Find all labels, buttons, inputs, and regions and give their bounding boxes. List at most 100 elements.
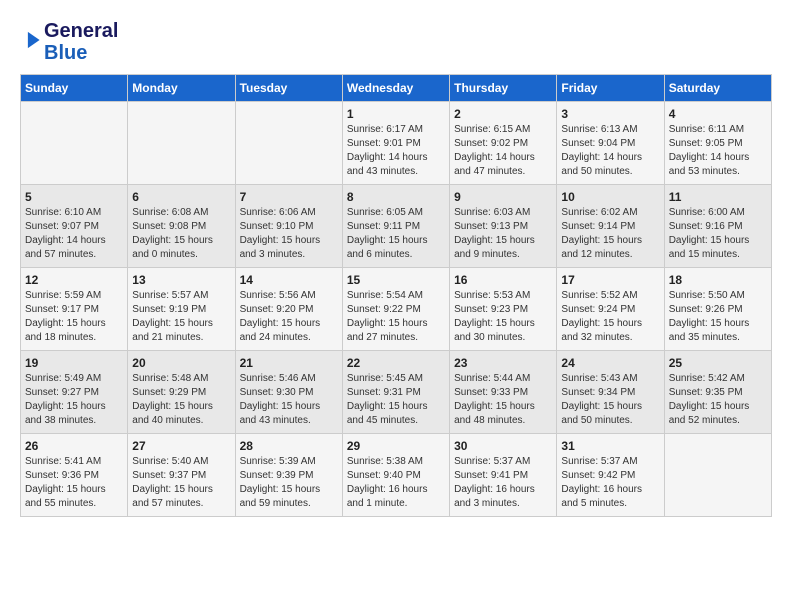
day-info: Sunrise: 5:42 AMSunset: 9:35 PMDaylight:… xyxy=(669,372,767,428)
header-thursday: Thursday xyxy=(450,75,557,102)
logo: GeneralBlue xyxy=(20,20,118,64)
calendar-cell: 31 Sunrise: 5:37 AMSunset: 9:42 PMDayligh… xyxy=(557,434,664,517)
day-info: Sunrise: 5:49 AMSunset: 9:27 PMDaylight:… xyxy=(25,372,123,428)
day-number: 12 xyxy=(25,273,123,287)
header-friday: Friday xyxy=(557,75,664,102)
day-number: 9 xyxy=(454,190,552,204)
day-info: Sunrise: 5:45 AMSunset: 9:31 PMDaylight:… xyxy=(347,372,445,428)
calendar-cell: 28 Sunrise: 5:39 AMSunset: 9:39 PMDayligh… xyxy=(235,434,342,517)
calendar-cell: 8 Sunrise: 6:05 AMSunset: 9:11 PMDaylight… xyxy=(342,185,449,268)
calendar-cell: 20 Sunrise: 5:48 AMSunset: 9:29 PMDayligh… xyxy=(128,351,235,434)
calendar-cell: 3Sunrise: 6:13 AMSunset: 9:04 PMDaylight… xyxy=(557,102,664,185)
day-number: 31 xyxy=(561,439,659,453)
day-number: 1 xyxy=(347,107,445,121)
day-info: Sunrise: 5:37 AMSunset: 9:41 PMDaylight:… xyxy=(454,455,552,511)
day-number: 7 xyxy=(240,190,338,204)
calendar-cell: 29 Sunrise: 5:38 AMSunset: 9:40 PMDayligh… xyxy=(342,434,449,517)
day-number: 23 xyxy=(454,356,552,370)
calendar-cell: 19 Sunrise: 5:49 AMSunset: 9:27 PMDayligh… xyxy=(21,351,128,434)
logo-icon xyxy=(22,29,44,51)
calendar-cell: 26 Sunrise: 5:41 AMSunset: 9:36 PMDayligh… xyxy=(21,434,128,517)
week-row-3: 12Sunrise: 5:59 AMSunset: 9:17 PMDayligh… xyxy=(21,268,772,351)
week-row-4: 19 Sunrise: 5:49 AMSunset: 9:27 PMDayligh… xyxy=(21,351,772,434)
day-number: 30 xyxy=(454,439,552,453)
day-info: Sunrise: 5:38 AMSunset: 9:40 PMDaylight:… xyxy=(347,455,445,511)
day-number: 13 xyxy=(132,273,230,287)
day-info: Sunrise: 5:57 AMSunset: 9:19 PMDaylight:… xyxy=(132,289,230,345)
day-number: 16 xyxy=(454,273,552,287)
day-info: Sunrise: 5:37 AMSunset: 9:42 PMDaylight:… xyxy=(561,455,659,511)
day-info: Sunrise: 6:02 AMSunset: 9:14 PMDaylight:… xyxy=(561,206,659,262)
calendar-cell: 23 Sunrise: 5:44 AMSunset: 9:33 PMDayligh… xyxy=(450,351,557,434)
day-info: Sunrise: 5:53 AMSunset: 9:23 PMDaylight:… xyxy=(454,289,552,345)
day-info: Sunrise: 5:41 AMSunset: 9:36 PMDaylight:… xyxy=(25,455,123,511)
calendar-cell xyxy=(21,102,128,185)
day-number: 26 xyxy=(25,439,123,453)
day-number: 10 xyxy=(561,190,659,204)
day-info: Sunrise: 5:40 AMSunset: 9:37 PMDaylight:… xyxy=(132,455,230,511)
day-number: 8 xyxy=(347,190,445,204)
day-info: Sunrise: 5:52 AMSunset: 9:24 PMDaylight:… xyxy=(561,289,659,345)
calendar-cell: 25Sunrise: 5:42 AMSunset: 9:35 PMDayligh… xyxy=(664,351,771,434)
day-number: 19 xyxy=(25,356,123,370)
calendar-cell: 30 Sunrise: 5:37 AMSunset: 9:41 PMDayligh… xyxy=(450,434,557,517)
day-info: Sunrise: 5:44 AMSunset: 9:33 PMDaylight:… xyxy=(454,372,552,428)
calendar-cell xyxy=(128,102,235,185)
day-number: 27 xyxy=(132,439,230,453)
calendar-cell: 7 Sunrise: 6:06 AMSunset: 9:10 PMDaylight… xyxy=(235,185,342,268)
calendar-cell xyxy=(664,434,771,517)
day-info: Sunrise: 6:00 AMSunset: 9:16 PMDaylight:… xyxy=(669,206,767,262)
day-info: Sunrise: 5:46 AMSunset: 9:30 PMDaylight:… xyxy=(240,372,338,428)
day-number: 15 xyxy=(347,273,445,287)
calendar-cell: 2 Sunrise: 6:15 AMSunset: 9:02 PMDaylight… xyxy=(450,102,557,185)
calendar-cell: 21Sunrise: 5:46 AMSunset: 9:30 PMDayligh… xyxy=(235,351,342,434)
week-row-1: 1Sunrise: 6:17 AMSunset: 9:01 PMDaylight… xyxy=(21,102,772,185)
header-sunday: Sunday xyxy=(21,75,128,102)
calendar-cell: 11 Sunrise: 6:00 AMSunset: 9:16 PMDayligh… xyxy=(664,185,771,268)
day-number: 18 xyxy=(669,273,767,287)
calendar-cell xyxy=(235,102,342,185)
day-number: 11 xyxy=(669,190,767,204)
header-monday: Monday xyxy=(128,75,235,102)
day-info: Sunrise: 5:39 AMSunset: 9:39 PMDaylight:… xyxy=(240,455,338,511)
day-info: Sunrise: 6:11 AMSunset: 9:05 PMDaylight:… xyxy=(669,123,767,179)
week-row-5: 26 Sunrise: 5:41 AMSunset: 9:36 PMDayligh… xyxy=(21,434,772,517)
logo-text: GeneralBlue xyxy=(44,20,118,64)
calendar-cell: 10 Sunrise: 6:02 AMSunset: 9:14 PMDayligh… xyxy=(557,185,664,268)
day-number: 17 xyxy=(561,273,659,287)
day-number: 29 xyxy=(347,439,445,453)
day-info: Sunrise: 6:15 AMSunset: 9:02 PMDaylight:… xyxy=(454,123,552,179)
calendar-cell: 4 Sunrise: 6:11 AMSunset: 9:05 PMDaylight… xyxy=(664,102,771,185)
day-number: 2 xyxy=(454,107,552,121)
calendar-cell: 12Sunrise: 5:59 AMSunset: 9:17 PMDayligh… xyxy=(21,268,128,351)
day-info: Sunrise: 6:03 AMSunset: 9:13 PMDaylight:… xyxy=(454,206,552,262)
day-number: 6 xyxy=(132,190,230,204)
day-number: 28 xyxy=(240,439,338,453)
calendar-cell: 17 Sunrise: 5:52 AMSunset: 9:24 PMDayligh… xyxy=(557,268,664,351)
day-info: Sunrise: 6:13 AMSunset: 9:04 PMDaylight:… xyxy=(561,123,659,179)
calendar-cell: 1Sunrise: 6:17 AMSunset: 9:01 PMDaylight… xyxy=(342,102,449,185)
day-info: Sunrise: 6:06 AMSunset: 9:10 PMDaylight:… xyxy=(240,206,338,262)
calendar-cell: 24Sunrise: 5:43 AMSunset: 9:34 PMDayligh… xyxy=(557,351,664,434)
day-number: 20 xyxy=(132,356,230,370)
calendar-cell: 27 Sunrise: 5:40 AMSunset: 9:37 PMDayligh… xyxy=(128,434,235,517)
day-info: Sunrise: 5:50 AMSunset: 9:26 PMDaylight:… xyxy=(669,289,767,345)
day-info: Sunrise: 5:56 AMSunset: 9:20 PMDaylight:… xyxy=(240,289,338,345)
page-header: GeneralBlue xyxy=(20,20,772,64)
calendar-cell: 18 Sunrise: 5:50 AMSunset: 9:26 PMDayligh… xyxy=(664,268,771,351)
day-info: Sunrise: 5:54 AMSunset: 9:22 PMDaylight:… xyxy=(347,289,445,345)
day-info: Sunrise: 6:08 AMSunset: 9:08 PMDaylight:… xyxy=(132,206,230,262)
day-info: Sunrise: 6:05 AMSunset: 9:11 PMDaylight:… xyxy=(347,206,445,262)
calendar-cell: 22 Sunrise: 5:45 AMSunset: 9:31 PMDayligh… xyxy=(342,351,449,434)
calendar-cell: 14 Sunrise: 5:56 AMSunset: 9:20 PMDayligh… xyxy=(235,268,342,351)
header-saturday: Saturday xyxy=(664,75,771,102)
calendar-cell: 15 Sunrise: 5:54 AMSunset: 9:22 PMDayligh… xyxy=(342,268,449,351)
day-number: 22 xyxy=(347,356,445,370)
calendar-cell: 6 Sunrise: 6:08 AMSunset: 9:08 PMDaylight… xyxy=(128,185,235,268)
day-info: Sunrise: 5:43 AMSunset: 9:34 PMDaylight:… xyxy=(561,372,659,428)
day-number: 14 xyxy=(240,273,338,287)
day-info: Sunrise: 5:48 AMSunset: 9:29 PMDaylight:… xyxy=(132,372,230,428)
header-wednesday: Wednesday xyxy=(342,75,449,102)
day-number: 5 xyxy=(25,190,123,204)
day-number: 4 xyxy=(669,107,767,121)
